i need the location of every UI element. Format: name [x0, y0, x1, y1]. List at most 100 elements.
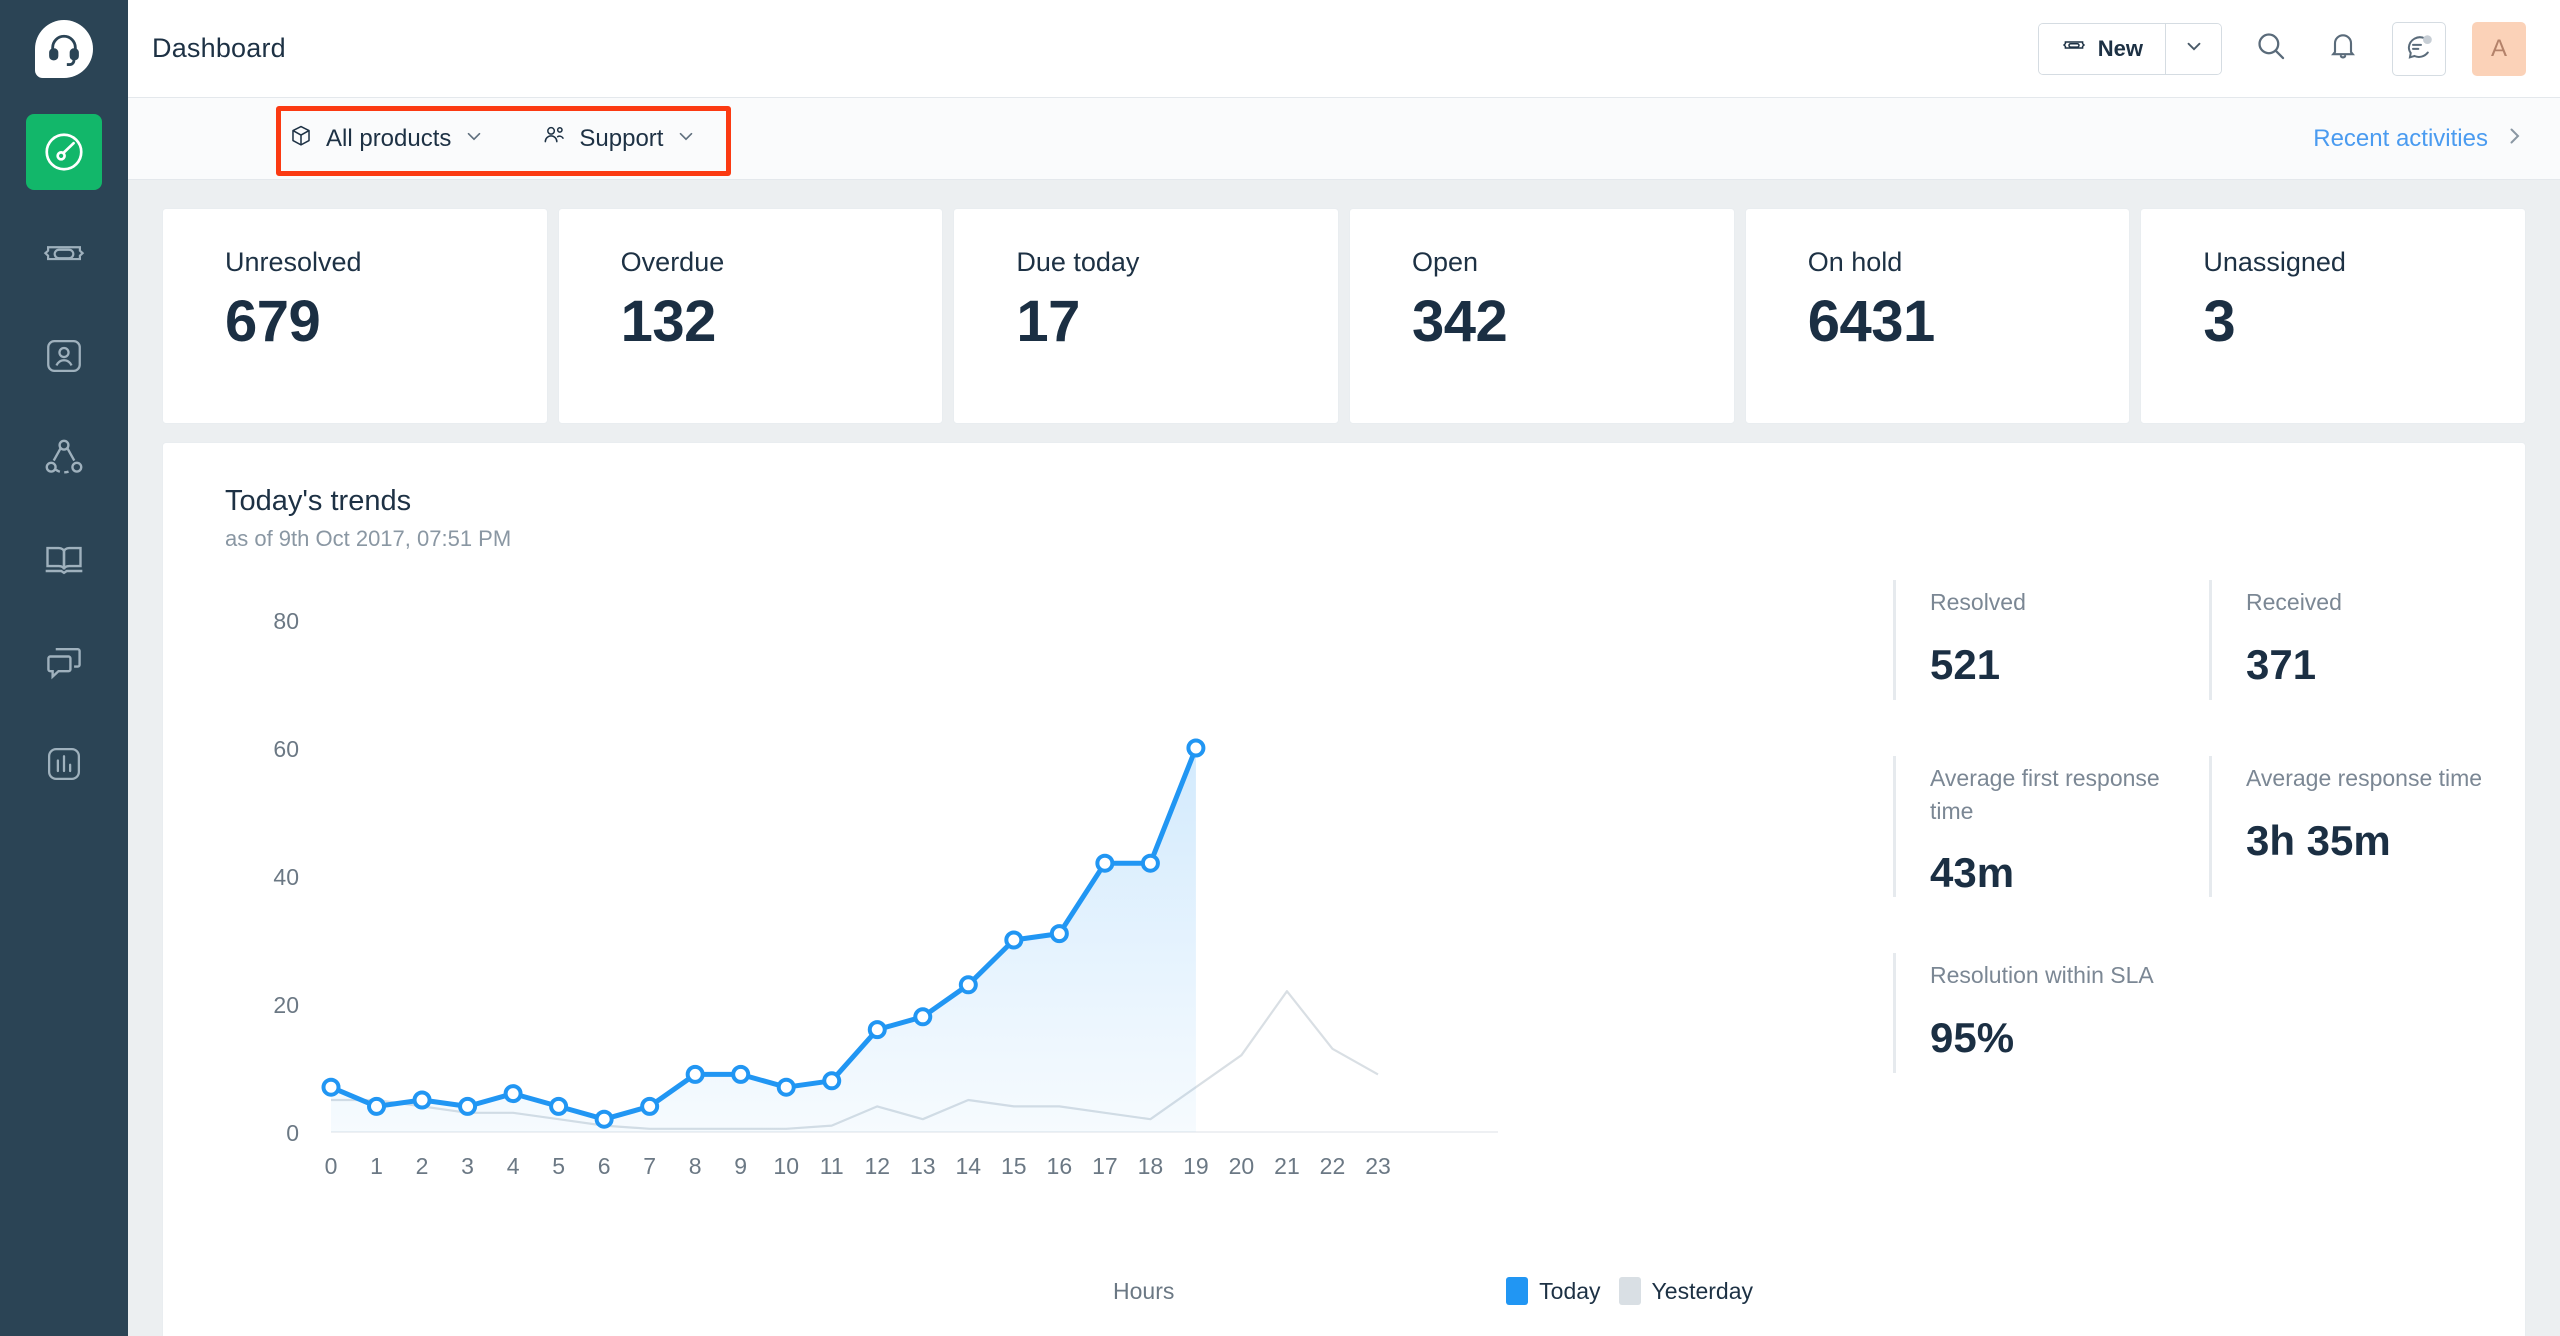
- svg-text:20: 20: [1229, 1153, 1255, 1179]
- sidebar-item-solutions[interactable]: [26, 522, 102, 598]
- stat-card-open[interactable]: Open 342: [1349, 208, 1735, 424]
- stat-card-on-hold[interactable]: On hold 6431: [1744, 208, 2131, 424]
- svg-text:18: 18: [1138, 1153, 1164, 1179]
- notifications-button[interactable]: [2320, 26, 2366, 72]
- metric-label: Average first response time: [1930, 765, 2160, 824]
- chevron-down-icon: [463, 125, 485, 152]
- stat-label: Due today: [1016, 247, 1140, 277]
- svg-text:9: 9: [734, 1153, 747, 1179]
- stat-card-overdue[interactable]: Overdue 132: [557, 208, 944, 424]
- svg-text:22: 22: [1320, 1153, 1346, 1179]
- sidebar-item-dashboard[interactable]: [26, 114, 102, 190]
- chevron-down-icon: [675, 125, 697, 152]
- page-title: Dashboard: [152, 33, 286, 63]
- recent-activities-link[interactable]: Recent activities: [2313, 124, 2526, 153]
- trends-body: 0 20 40 60 80 0 1 2 3 4 5 6 7 8 9 10 11 12 13 14 15 16 17 18 19 2…: [163, 552, 2525, 1336]
- metric-value: 521: [1930, 640, 2001, 688]
- metric-average-response-time: Average response time 3h 35m: [2209, 756, 2525, 898]
- stat-label: Overdue: [620, 247, 725, 277]
- svg-text:17: 17: [1092, 1153, 1118, 1179]
- ticket-icon: [42, 232, 86, 276]
- svg-text:1: 1: [370, 1153, 383, 1179]
- svg-text:21: 21: [1274, 1153, 1300, 1179]
- metric-value: 43m: [1930, 849, 2015, 897]
- chevron-right-icon: [2502, 124, 2526, 153]
- legend-item-yesterday[interactable]: Yesterday: [1618, 1277, 1753, 1305]
- stat-card-due-today[interactable]: Due today 17: [953, 208, 1340, 424]
- group-filter[interactable]: Support: [541, 123, 697, 154]
- stat-value: 132: [620, 289, 717, 354]
- filter-group: All products Support: [128, 123, 697, 154]
- new-button-group[interactable]: New: [2037, 22, 2222, 75]
- trends-subtitle: as of 9th Oct 2017, 07:51 PM: [225, 526, 512, 551]
- main-area: Dashboard New A All products Support Rec…: [128, 0, 2560, 1336]
- new-button[interactable]: New: [2038, 23, 2165, 74]
- svg-text:7: 7: [643, 1153, 656, 1179]
- svg-text:16: 16: [1047, 1153, 1073, 1179]
- sidebar-item-analytics[interactable]: [26, 726, 102, 802]
- app-root: Dashboard New A All products Support Rec…: [0, 0, 2560, 1336]
- metric-label: Resolved: [1930, 589, 2026, 615]
- stat-value: 342: [1412, 289, 1508, 354]
- people-icon: [541, 123, 567, 154]
- trends-header: Today's trends as of 9th Oct 2017, 07:51…: [163, 485, 2525, 552]
- svg-text:19: 19: [1183, 1153, 1209, 1179]
- chevron-down-icon: [2183, 35, 2205, 62]
- search-button[interactable]: [2248, 26, 2294, 72]
- svg-text:15: 15: [1001, 1153, 1027, 1179]
- legend-item-today[interactable]: Today: [1506, 1277, 1601, 1305]
- sidebar-item-contacts[interactable]: [26, 318, 102, 394]
- avatar[interactable]: A: [2472, 21, 2526, 76]
- ticket-icon: [2061, 33, 2087, 64]
- svg-text:40: 40: [273, 864, 299, 890]
- svg-text:8: 8: [689, 1153, 702, 1179]
- sidebar-item-organizations[interactable]: [26, 420, 102, 496]
- product-filter[interactable]: All products: [288, 123, 485, 154]
- contact-card-icon: [43, 335, 85, 377]
- metric-label: Received: [2246, 589, 2342, 615]
- svg-text:6: 6: [598, 1153, 611, 1179]
- chat-bubbles-icon: [42, 640, 86, 684]
- legend-swatch-yesterday: [1618, 1277, 1641, 1305]
- metric-value: 95%: [1930, 1013, 2015, 1061]
- top-bar: Dashboard New A: [128, 0, 2560, 98]
- stat-label: On hold: [1807, 247, 1903, 277]
- group-filter-label: Support: [579, 124, 664, 152]
- svg-text:10: 10: [773, 1153, 799, 1179]
- trends-metrics: Resolved 521 Received 371 Average first …: [1893, 552, 2525, 1336]
- chart-legend: Today Yesterday: [1506, 1277, 1753, 1305]
- stat-card-unassigned[interactable]: Unassigned 3: [2140, 208, 2527, 424]
- recent-activities-label: Recent activities: [2313, 124, 2488, 152]
- metrics-grid: Resolved 521 Received 371 Average first …: [1893, 580, 2525, 1129]
- chat-button[interactable]: [2392, 21, 2446, 76]
- app-logo[interactable]: [33, 18, 95, 80]
- content-area: Unresolved 679 Overdue 132 Due today 17 …: [128, 180, 2560, 1336]
- trends-title: Today's trends: [225, 485, 412, 517]
- svg-text:60: 60: [273, 736, 299, 762]
- bell-icon: [2327, 30, 2359, 67]
- sidebar-item-forums[interactable]: [26, 624, 102, 700]
- metric-average-first-response-time: Average first response time 43m: [1893, 756, 2209, 898]
- svg-text:23: 23: [1365, 1153, 1391, 1179]
- svg-text:2: 2: [416, 1153, 429, 1179]
- headset-logo-icon: [35, 20, 93, 78]
- stat-value: 6431: [1807, 289, 1936, 354]
- stat-label: Open: [1412, 247, 1479, 277]
- metric-resolved: Resolved 521: [1893, 580, 2209, 700]
- sidebar-item-tickets[interactable]: [26, 216, 102, 292]
- legend-label-yesterday: Yesterday: [1651, 1277, 1753, 1304]
- new-button-dropdown[interactable]: [2165, 23, 2221, 74]
- metric-label: Average response time: [2246, 765, 2483, 791]
- svg-text:3: 3: [461, 1153, 474, 1179]
- sidebar: [0, 0, 128, 1336]
- trends-chart[interactable]: 0 20 40 60 80 0 1 2 3 4 5 6 7 8 9 10 11 12 13 14 15 16 17 18 19 2…: [163, 552, 1893, 1336]
- metric-value: 3h 35m: [2246, 816, 2391, 864]
- trends-panel: Today's trends as of 9th Oct 2017, 07:51…: [162, 442, 2526, 1336]
- bar-chart-icon: [43, 743, 85, 785]
- stat-card-unresolved[interactable]: Unresolved 679: [162, 208, 548, 424]
- open-book-icon: [42, 538, 86, 582]
- stat-value: 3: [2203, 289, 2236, 354]
- search-icon: [2254, 29, 2288, 68]
- svg-text:13: 13: [910, 1153, 936, 1179]
- chart-x-axis-label: Hours: [1113, 1278, 1175, 1304]
